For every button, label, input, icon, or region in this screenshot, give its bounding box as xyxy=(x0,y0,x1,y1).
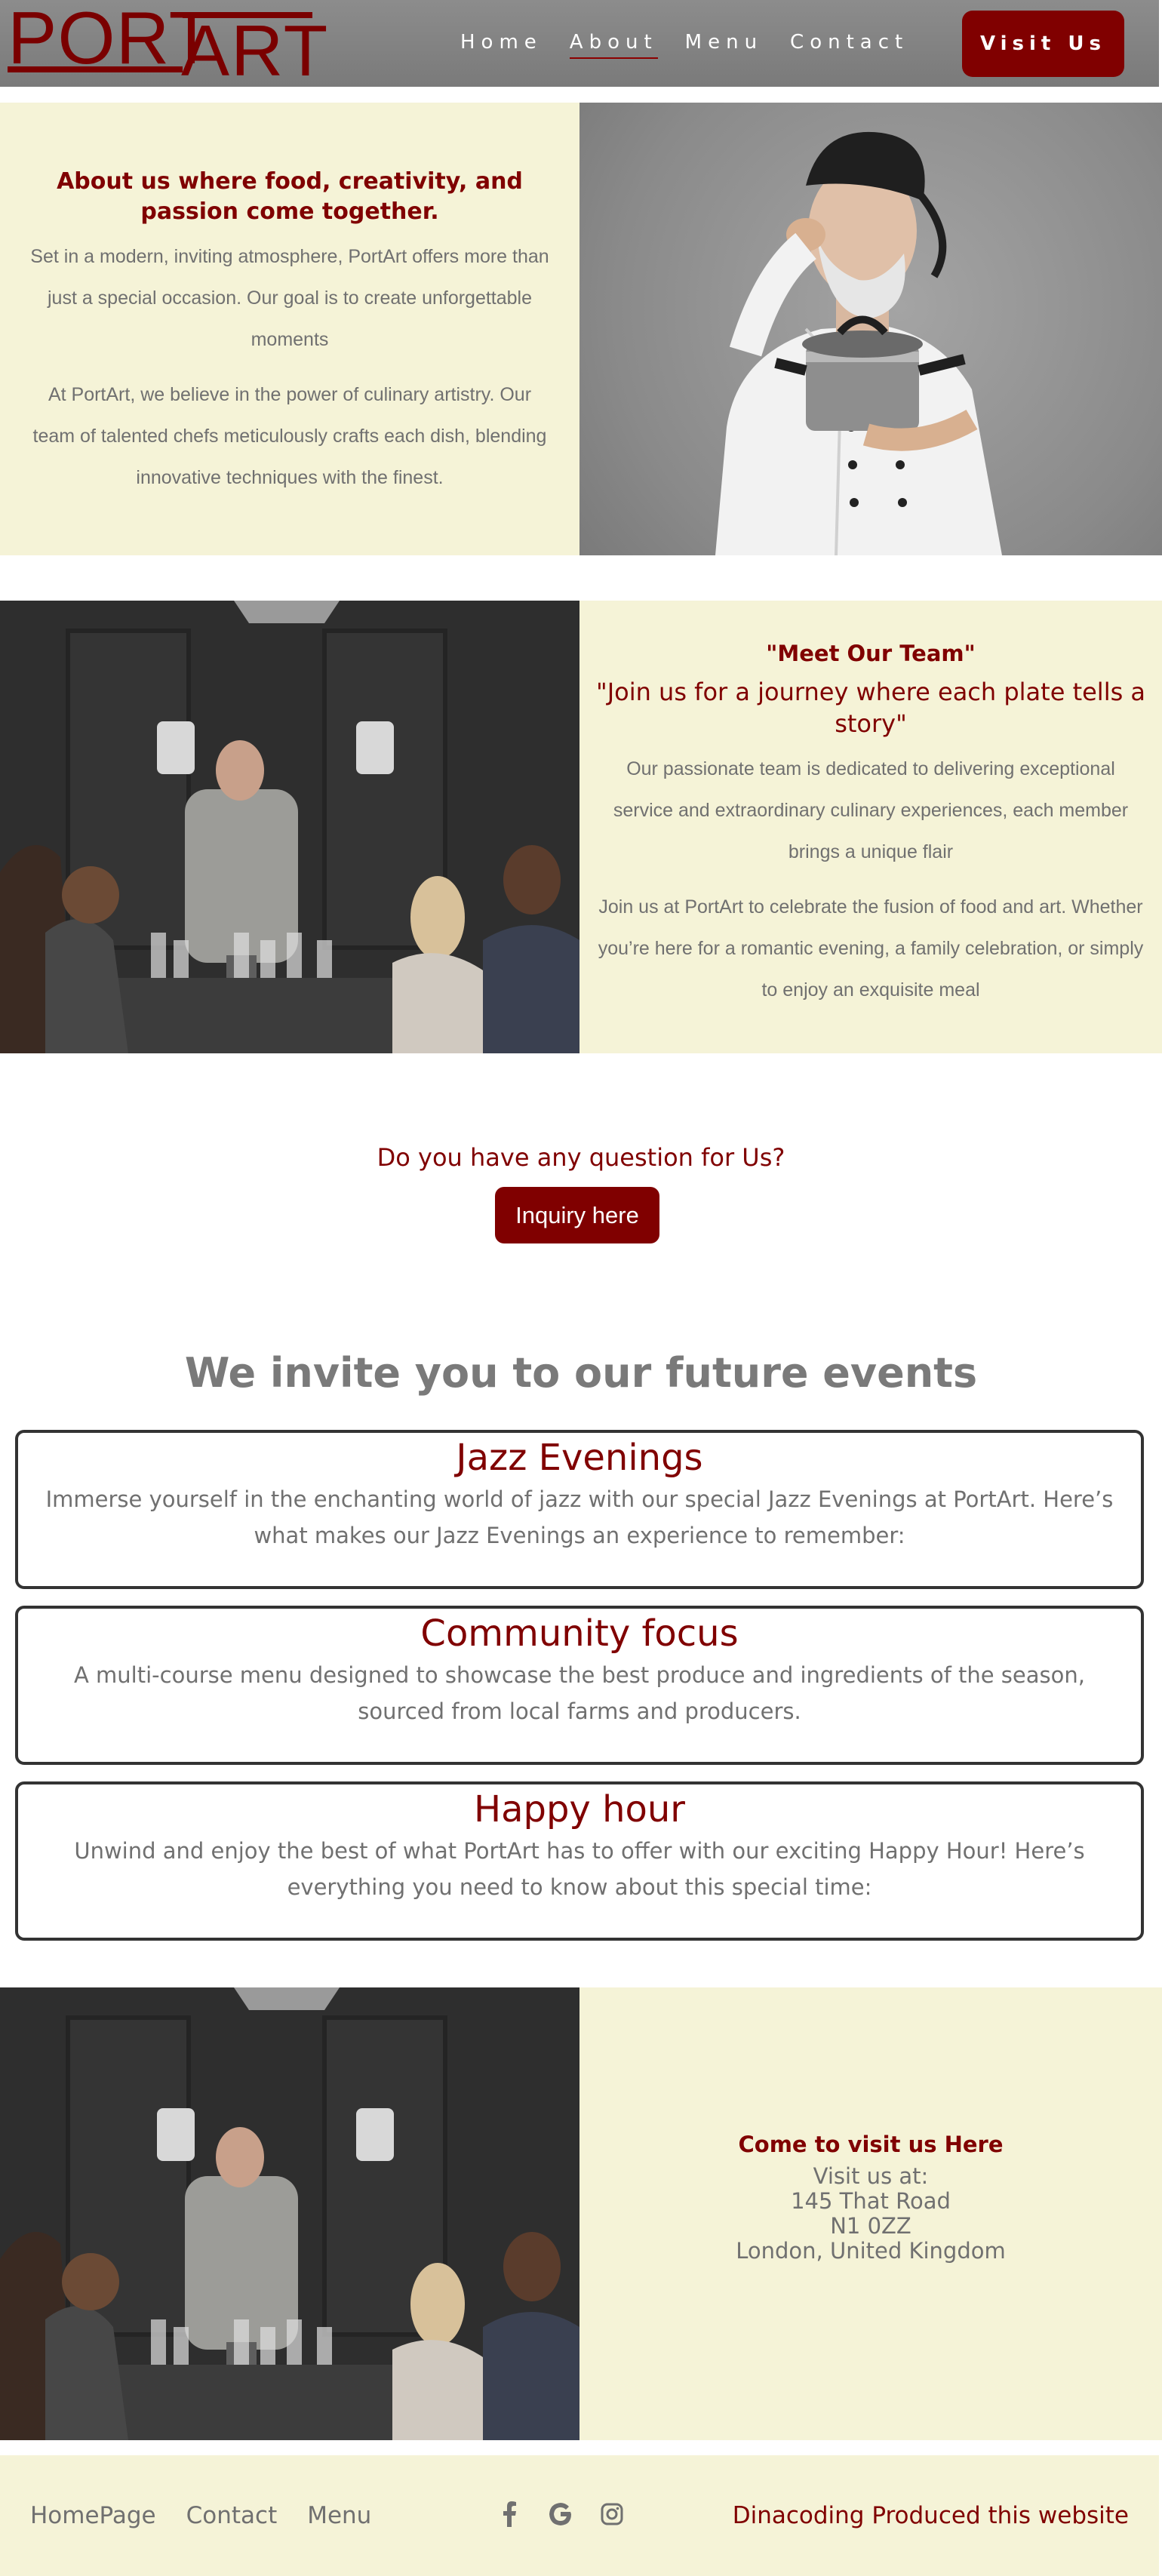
address-line: Visit us at: xyxy=(813,2163,929,2189)
top-navbar: PORT ART Home About Menu Contact Visit U… xyxy=(0,0,1159,88)
address-line: N1 0ZZ xyxy=(830,2213,911,2239)
dining-photo xyxy=(0,601,579,1053)
event-title: Jazz Evenings xyxy=(456,1437,703,1479)
about-paragraph-1: Set in a modern, inviting atmosphere, Po… xyxy=(30,246,549,350)
chef-illustration xyxy=(715,131,1002,555)
event-card-jazz-evenings: Jazz Evenings Immerse yourself in the en… xyxy=(15,1430,1144,1589)
google-icon[interactable] xyxy=(546,2499,576,2529)
inquiry-button[interactable]: Inquiry here xyxy=(495,1187,659,1243)
event-card-happy-hour: Happy hour Unwind and enjoy the best of … xyxy=(15,1781,1144,1941)
about-paragraph-2: At PortArt, we believe in the power of c… xyxy=(32,384,547,488)
dining-illustration xyxy=(0,601,579,1053)
event-description: Unwind and enjoy the best of what PortAr… xyxy=(74,1838,1085,1900)
about-heading: About us where food, creativity, and pas… xyxy=(57,168,523,225)
team-section: "Meet Our Team" "Join us for a journey w… xyxy=(0,601,1162,1053)
instagram-icon[interactable] xyxy=(597,2499,627,2529)
footer-link-contact[interactable]: Contact xyxy=(186,2501,278,2531)
footer-link-menu[interactable]: Menu xyxy=(307,2501,371,2531)
visit-us-button[interactable]: Visit Us xyxy=(962,11,1124,77)
about-text-panel: About us where food, creativity, and pas… xyxy=(0,103,579,555)
events-title: We invite you to our future events xyxy=(184,1349,978,1397)
address-line: 145 That Road xyxy=(791,2188,951,2214)
event-title: Community focus xyxy=(420,1612,739,1655)
logo-bar-bottom xyxy=(8,66,183,72)
visit-dining-photo xyxy=(0,1987,579,2440)
visit-heading: Come to visit us Here xyxy=(738,2132,1004,2157)
portart-logo[interactable]: PORT ART xyxy=(8,0,327,88)
inquiry-question: Do you have any question for Us? xyxy=(377,1143,785,1172)
event-card-community-focus: Community focus A multi-course menu desi… xyxy=(15,1606,1144,1765)
nav-link-menu[interactable]: Menu xyxy=(685,29,763,59)
visit-section: Come to visit us Here Visit us at: 145 T… xyxy=(0,1987,1162,2440)
footer-links: HomePage Contact Menu xyxy=(30,2501,401,2531)
logo-text-art: ART xyxy=(181,11,330,91)
team-heading: "Meet Our Team" xyxy=(766,641,976,666)
team-paragraph-2: Join us at PortArt to celebrate the fusi… xyxy=(598,896,1144,1001)
footer-credit: Dinacoding Produced this website xyxy=(732,2502,1129,2529)
nav-link-about[interactable]: About xyxy=(569,29,658,59)
facebook-icon[interactable] xyxy=(494,2499,524,2529)
team-subheading: "Join us for a journey where each plate … xyxy=(595,678,1146,738)
social-icons xyxy=(494,2499,627,2529)
address-line: London, United Kingdom xyxy=(736,2238,1006,2264)
footer-link-homepage[interactable]: HomePage xyxy=(30,2501,156,2531)
nav-link-contact[interactable]: Contact xyxy=(790,29,908,59)
event-description: Immerse yourself in the enchanting world… xyxy=(45,1486,1114,1548)
event-title: Happy hour xyxy=(473,1788,686,1831)
chef-photo xyxy=(579,103,1162,555)
footer: HomePage Contact Menu Dinacoding Produce… xyxy=(0,2455,1159,2576)
visit-dining-illustration xyxy=(0,1987,579,2440)
nav-links: Home About Menu Contact xyxy=(460,29,936,59)
team-text-panel: "Meet Our Team" "Join us for a journey w… xyxy=(579,601,1162,1053)
nav-link-home[interactable]: Home xyxy=(460,29,543,59)
visit-text-panel: Come to visit us Here Visit us at: 145 T… xyxy=(579,1987,1162,2440)
team-paragraph-1: Our passionate team is dedicated to deli… xyxy=(613,758,1129,862)
event-description: A multi-course menu designed to showcase… xyxy=(74,1662,1085,1724)
about-section: About us where food, creativity, and pas… xyxy=(0,103,1162,555)
